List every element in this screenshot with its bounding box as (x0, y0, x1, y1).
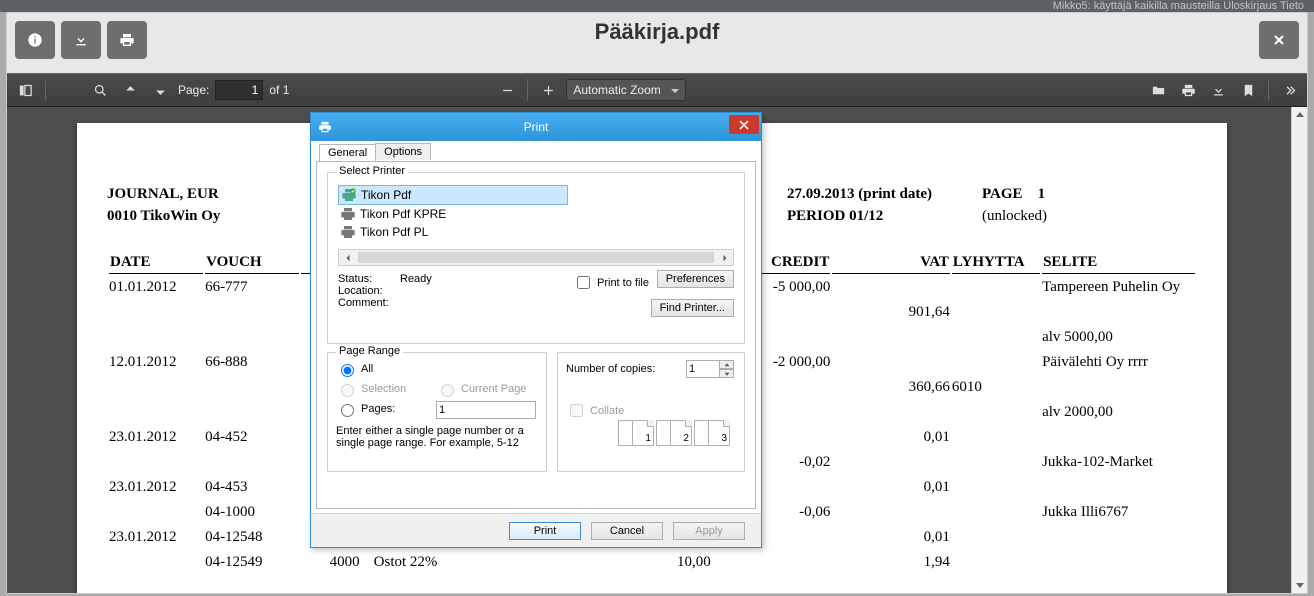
doc-header-right-2: PAGE 1 (unlocked) (982, 183, 1047, 227)
tools-menu-button[interactable] (1277, 78, 1301, 102)
print-dialog-titlebar[interactable]: Print (311, 113, 761, 141)
print-dialog: Print General Options Select Printer Tik… (310, 112, 762, 548)
status-value: Ready (400, 273, 432, 285)
col-vat: VAT (832, 253, 950, 274)
col-vouch: VOUCH (205, 253, 299, 274)
group-select-printer-label: Select Printer (336, 165, 408, 177)
bookmark-button[interactable] (1236, 78, 1260, 102)
doc-header-left: JOURNAL, EUR 0010 TikoWin Oy (107, 183, 220, 227)
collate-illustration: 11 22 33 (626, 420, 730, 449)
radio-all[interactable]: All (336, 361, 373, 377)
doc-header-right-1: 27.09.2013 (print date) PERIOD 01/12 (787, 183, 932, 227)
pdf-toolbar: Page: of 1 Automatic Zoom (7, 73, 1307, 107)
pages-input[interactable] (436, 401, 536, 419)
copies-up-button[interactable] (719, 360, 734, 369)
comment-key: Comment: (338, 297, 400, 309)
next-page-button[interactable] (148, 78, 172, 102)
printer-list-hscroll[interactable] (338, 249, 734, 266)
copies-label: Number of copies: (566, 363, 655, 375)
zoom-in-button[interactable] (536, 78, 560, 102)
find-button[interactable] (88, 78, 112, 102)
copies-input[interactable] (686, 360, 720, 378)
printer-item-tikon-pdf[interactable]: Tikon Pdf (338, 185, 568, 205)
status-key: Status: (338, 273, 400, 285)
table-row: 04-125494000Ostot 22%10,001,94 (109, 551, 1195, 574)
dialog-apply-button: Apply (673, 522, 745, 540)
find-printer-button[interactable]: Find Printer... (651, 299, 734, 317)
page-label: Page: (178, 83, 209, 97)
radio-selection: Selection (336, 381, 406, 397)
prev-page-button[interactable] (118, 78, 142, 102)
scroll-down-button[interactable] (1292, 577, 1307, 593)
toolbar-download-button[interactable] (1206, 78, 1230, 102)
page-count-label: of 1 (269, 83, 289, 97)
collate-checkbox: Collate (566, 401, 624, 420)
print-to-file-checkbox[interactable]: Print to file (573, 273, 649, 292)
pages-hint: Enter either a single page number or a s… (336, 425, 540, 449)
modal-title: Pääkirja.pdf (7, 19, 1307, 45)
zoom-out-button[interactable] (495, 78, 519, 102)
page-number-input[interactable] (215, 80, 263, 100)
col-date: DATE (109, 253, 203, 274)
copies-down-button[interactable] (719, 369, 734, 378)
preferences-button[interactable]: Preferences (657, 270, 734, 288)
col-lyh: LYHYTTA (952, 253, 1040, 274)
modal-close-button[interactable] (1259, 21, 1299, 59)
printer-list[interactable]: Tikon Pdf Tikon Pdf KPRE Tikon Pdf PL (338, 185, 734, 247)
dialog-cancel-button[interactable]: Cancel (591, 522, 663, 540)
hscroll-left[interactable] (339, 250, 356, 265)
tab-pane-general: Select Printer Tikon Pdf Tikon Pdf KPRE … (316, 161, 756, 509)
col-sel: SELITE (1042, 253, 1195, 274)
tab-options[interactable]: Options (375, 143, 431, 160)
location-key: Location: (338, 285, 400, 297)
hscroll-right[interactable] (716, 250, 733, 265)
toolbar-print-button[interactable] (1176, 78, 1200, 102)
sidebar-toggle-button[interactable] (13, 78, 37, 102)
printer-item-tikon-pdf-pl[interactable]: Tikon Pdf PL (338, 223, 734, 241)
group-page-range-label: Page Range (336, 345, 403, 357)
open-file-button[interactable] (1146, 78, 1170, 102)
printer-icon (340, 224, 356, 240)
radio-pages[interactable]: Pages: (336, 401, 395, 417)
printer-item-tikon-pdf-kpre[interactable]: Tikon Pdf KPRE (338, 205, 734, 223)
printer-icon (341, 187, 357, 203)
scroll-up-button[interactable] (1292, 107, 1307, 123)
zoom-select[interactable]: Automatic Zoom (566, 79, 686, 101)
print-dialog-close-button[interactable] (729, 115, 759, 134)
radio-current-page: Current Page (436, 381, 526, 397)
pdf-vertical-scrollbar[interactable] (1291, 107, 1307, 593)
dialog-print-button[interactable]: Print (509, 522, 581, 540)
print-dialog-title: Print (311, 120, 761, 134)
tab-general[interactable]: General (319, 144, 376, 161)
printer-icon (340, 206, 356, 222)
modal-header: Pääkirja.pdf (7, 13, 1307, 61)
background-app-bar: Mikko5: käyttäjä kaikilla mausteilla Ulo… (0, 0, 1314, 12)
